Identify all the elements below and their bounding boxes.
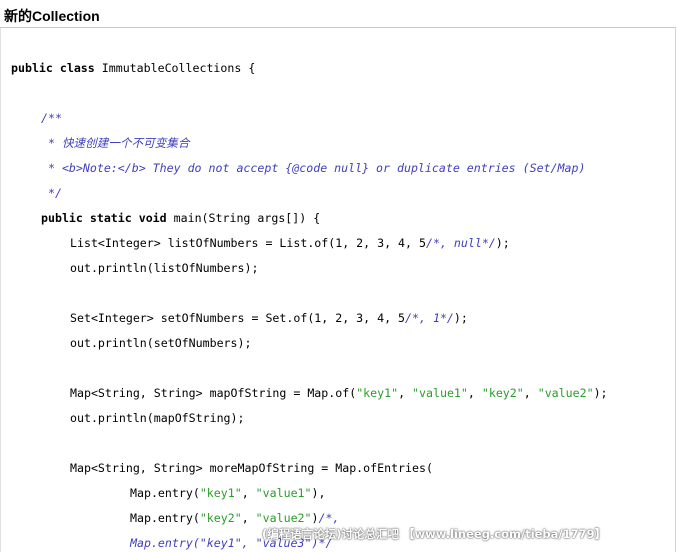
code-line-doc-open: /** bbox=[41, 111, 62, 125]
code-block: public class ImmutableCollections { /** … bbox=[0, 28, 676, 552]
code-line-list-of: List<Integer> listOfNumbers = List.of(1,… bbox=[70, 236, 510, 250]
code-line-print-map: out.println(mapOfString); bbox=[70, 411, 245, 425]
code-line-doc-close: */ bbox=[41, 186, 62, 200]
code-line-doc-note: * <b>Note:</b> They do not accept {@code… bbox=[41, 161, 586, 175]
code-line-map-of: Map<String, String> mapOfString = Map.of… bbox=[70, 386, 608, 400]
code-line-entry-2: Map.entry("key2", "value2")/*, bbox=[130, 511, 340, 525]
code-line-print-list: out.println(listOfNumbers); bbox=[70, 261, 259, 275]
site-watermark: (编程语言论坛)讨论总汇吧 【www.lineeg.com/tieba/1779… bbox=[262, 527, 607, 541]
code-line-class-declaration: public class ImmutableCollections { bbox=[11, 61, 256, 75]
code-line-print-set: out.println(setOfNumbers); bbox=[70, 336, 252, 350]
code-line-main-method: public static void main(String args[]) { bbox=[41, 211, 321, 225]
code-line-doc-description: * 快速创建一个不可变集合 bbox=[41, 136, 190, 150]
code-line-entry-1: Map.entry("key1", "value1"), bbox=[130, 486, 326, 500]
code-line-set-of: Set<Integer> setOfNumbers = Set.of(1, 2,… bbox=[70, 311, 468, 325]
page-title: 新的Collection bbox=[4, 8, 100, 24]
code-line-map-of-entries: Map<String, String> moreMapOfString = Ma… bbox=[70, 461, 433, 475]
